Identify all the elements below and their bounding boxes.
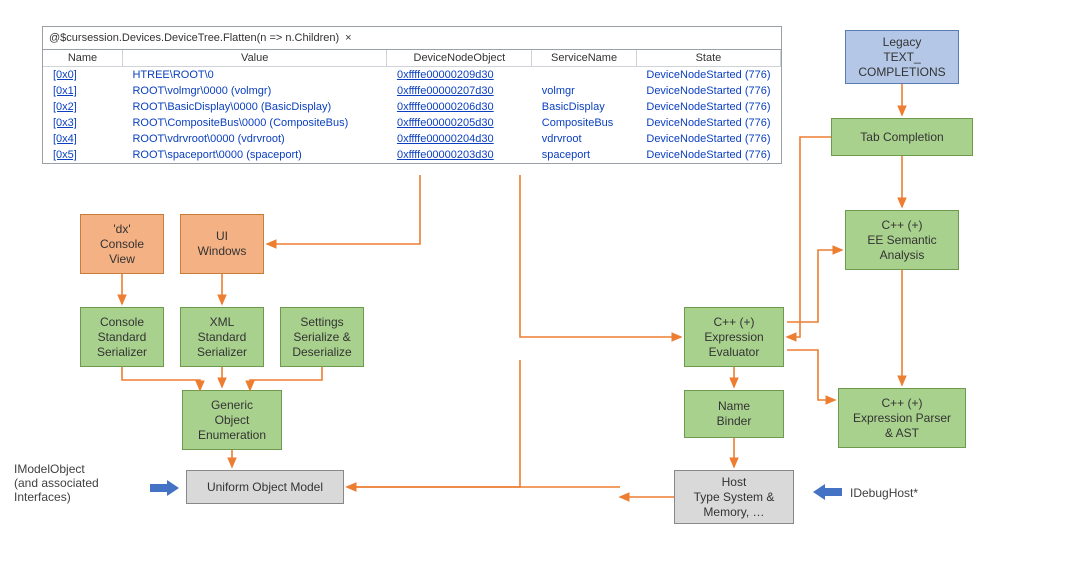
node-xml-serializer: XML Standard Serializer [180, 307, 264, 367]
node-expr-parser: C++ (+) Expression Parser & AST [838, 388, 966, 448]
row-state: DeviceNodeStarted (776) [646, 101, 770, 113]
node-console-serializer: Console Standard Serializer [80, 307, 164, 367]
row-value[interactable]: ROOT\BasicDisplay\0000 (BasicDisplay) [132, 101, 331, 113]
row-name[interactable]: [0x3] [53, 117, 77, 129]
node-tab-completion: Tab Completion [831, 118, 973, 156]
node-uniform-model: Uniform Object Model [186, 470, 344, 504]
table-row: [0x4] ROOT\vdrvroot\0000 (vdrvroot) 0xffff… [43, 131, 781, 147]
watch-expression-tab[interactable]: @$cursession.Devices.DeviceTree.Flatten(… [43, 27, 781, 50]
row-obj[interactable]: 0xffffe00000203d30 [397, 149, 494, 161]
row-state: DeviceNodeStarted (776) [646, 69, 770, 81]
row-obj[interactable]: 0xffffe00000209d30 [397, 69, 494, 81]
node-ui-windows: UI Windows [180, 214, 264, 274]
row-state: DeviceNodeStarted (776) [646, 133, 770, 145]
node-host-typesys: Host Type System & Memory, … [674, 470, 794, 524]
node-ee-semantic: C++ (+) EE Semantic Analysis [845, 210, 959, 270]
row-svc: CompositeBus [542, 117, 614, 129]
row-value[interactable]: ROOT\volmgr\0000 (volmgr) [132, 85, 271, 97]
node-name-binder: Name Binder [684, 390, 784, 438]
col-name[interactable]: Name [43, 50, 122, 67]
node-settings-serialize: Settings Serialize & Deserialize [280, 307, 364, 367]
row-obj[interactable]: 0xffffe00000205d30 [397, 117, 494, 129]
row-obj[interactable]: 0xffffe00000206d30 [397, 101, 494, 113]
close-icon[interactable]: × [345, 32, 351, 44]
table-row: [0x0] HTREE\ROOT\0 0xffffe00000209d30 Devic… [43, 67, 781, 84]
col-state[interactable]: State [636, 50, 780, 67]
table-row: [0x5] ROOT\spaceport\0000 (spaceport) 0xff… [43, 147, 781, 163]
table-row: [0x2] ROOT\BasicDisplay\0000 (BasicDispla… [43, 99, 781, 115]
row-state: DeviceNodeStarted (776) [646, 85, 770, 97]
row-name[interactable]: [0x5] [53, 149, 77, 161]
row-value[interactable]: HTREE\ROOT\0 [132, 69, 213, 81]
arrow-idebughost-icon [812, 484, 842, 500]
table-row: [0x3] ROOT\CompositeBus\0000 (CompositeBu… [43, 115, 781, 131]
row-svc: volmgr [542, 85, 575, 97]
row-name[interactable]: [0x0] [53, 69, 77, 81]
watch-expression-text: @$cursession.Devices.DeviceTree.Flatten(… [49, 32, 339, 44]
watch-window: @$cursession.Devices.DeviceTree.Flatten(… [42, 26, 782, 164]
row-name[interactable]: [0x4] [53, 133, 77, 145]
row-obj[interactable]: 0xffffe00000204d30 [397, 133, 494, 145]
annotation-idebughost: IDebugHost* [850, 486, 918, 500]
node-generic-enum: Generic Object Enumeration [182, 390, 282, 450]
node-expr-eval: C++ (+) Expression Evaluator [684, 307, 784, 367]
col-svc[interactable]: ServiceName [532, 50, 637, 67]
node-legacy-completions: Legacy TEXT_ COMPLETIONS [845, 30, 959, 84]
annotation-imodel: IModelObject (and associated Interfaces) [14, 462, 154, 504]
row-value[interactable]: ROOT\vdrvroot\0000 (vdrvroot) [132, 133, 284, 145]
row-svc: vdrvroot [542, 133, 582, 145]
row-svc: BasicDisplay [542, 101, 605, 113]
arrow-imodel-icon [150, 480, 180, 496]
col-obj[interactable]: DeviceNodeObject [387, 50, 532, 67]
row-state: DeviceNodeStarted (776) [646, 149, 770, 161]
row-name[interactable]: [0x1] [53, 85, 77, 97]
row-name[interactable]: [0x2] [53, 101, 77, 113]
col-value[interactable]: Value [122, 50, 386, 67]
node-dx-console: 'dx' Console View [80, 214, 164, 274]
watch-table: Name Value DeviceNodeObject ServiceName … [43, 50, 781, 163]
row-obj[interactable]: 0xffffe00000207d30 [397, 85, 494, 97]
row-value[interactable]: ROOT\CompositeBus\0000 (CompositeBus) [132, 117, 348, 129]
row-value[interactable]: ROOT\spaceport\0000 (spaceport) [132, 149, 301, 161]
table-row: [0x1] ROOT\volmgr\0000 (volmgr) 0xffffe000… [43, 83, 781, 99]
row-state: DeviceNodeStarted (776) [646, 117, 770, 129]
row-svc: spaceport [542, 149, 590, 161]
